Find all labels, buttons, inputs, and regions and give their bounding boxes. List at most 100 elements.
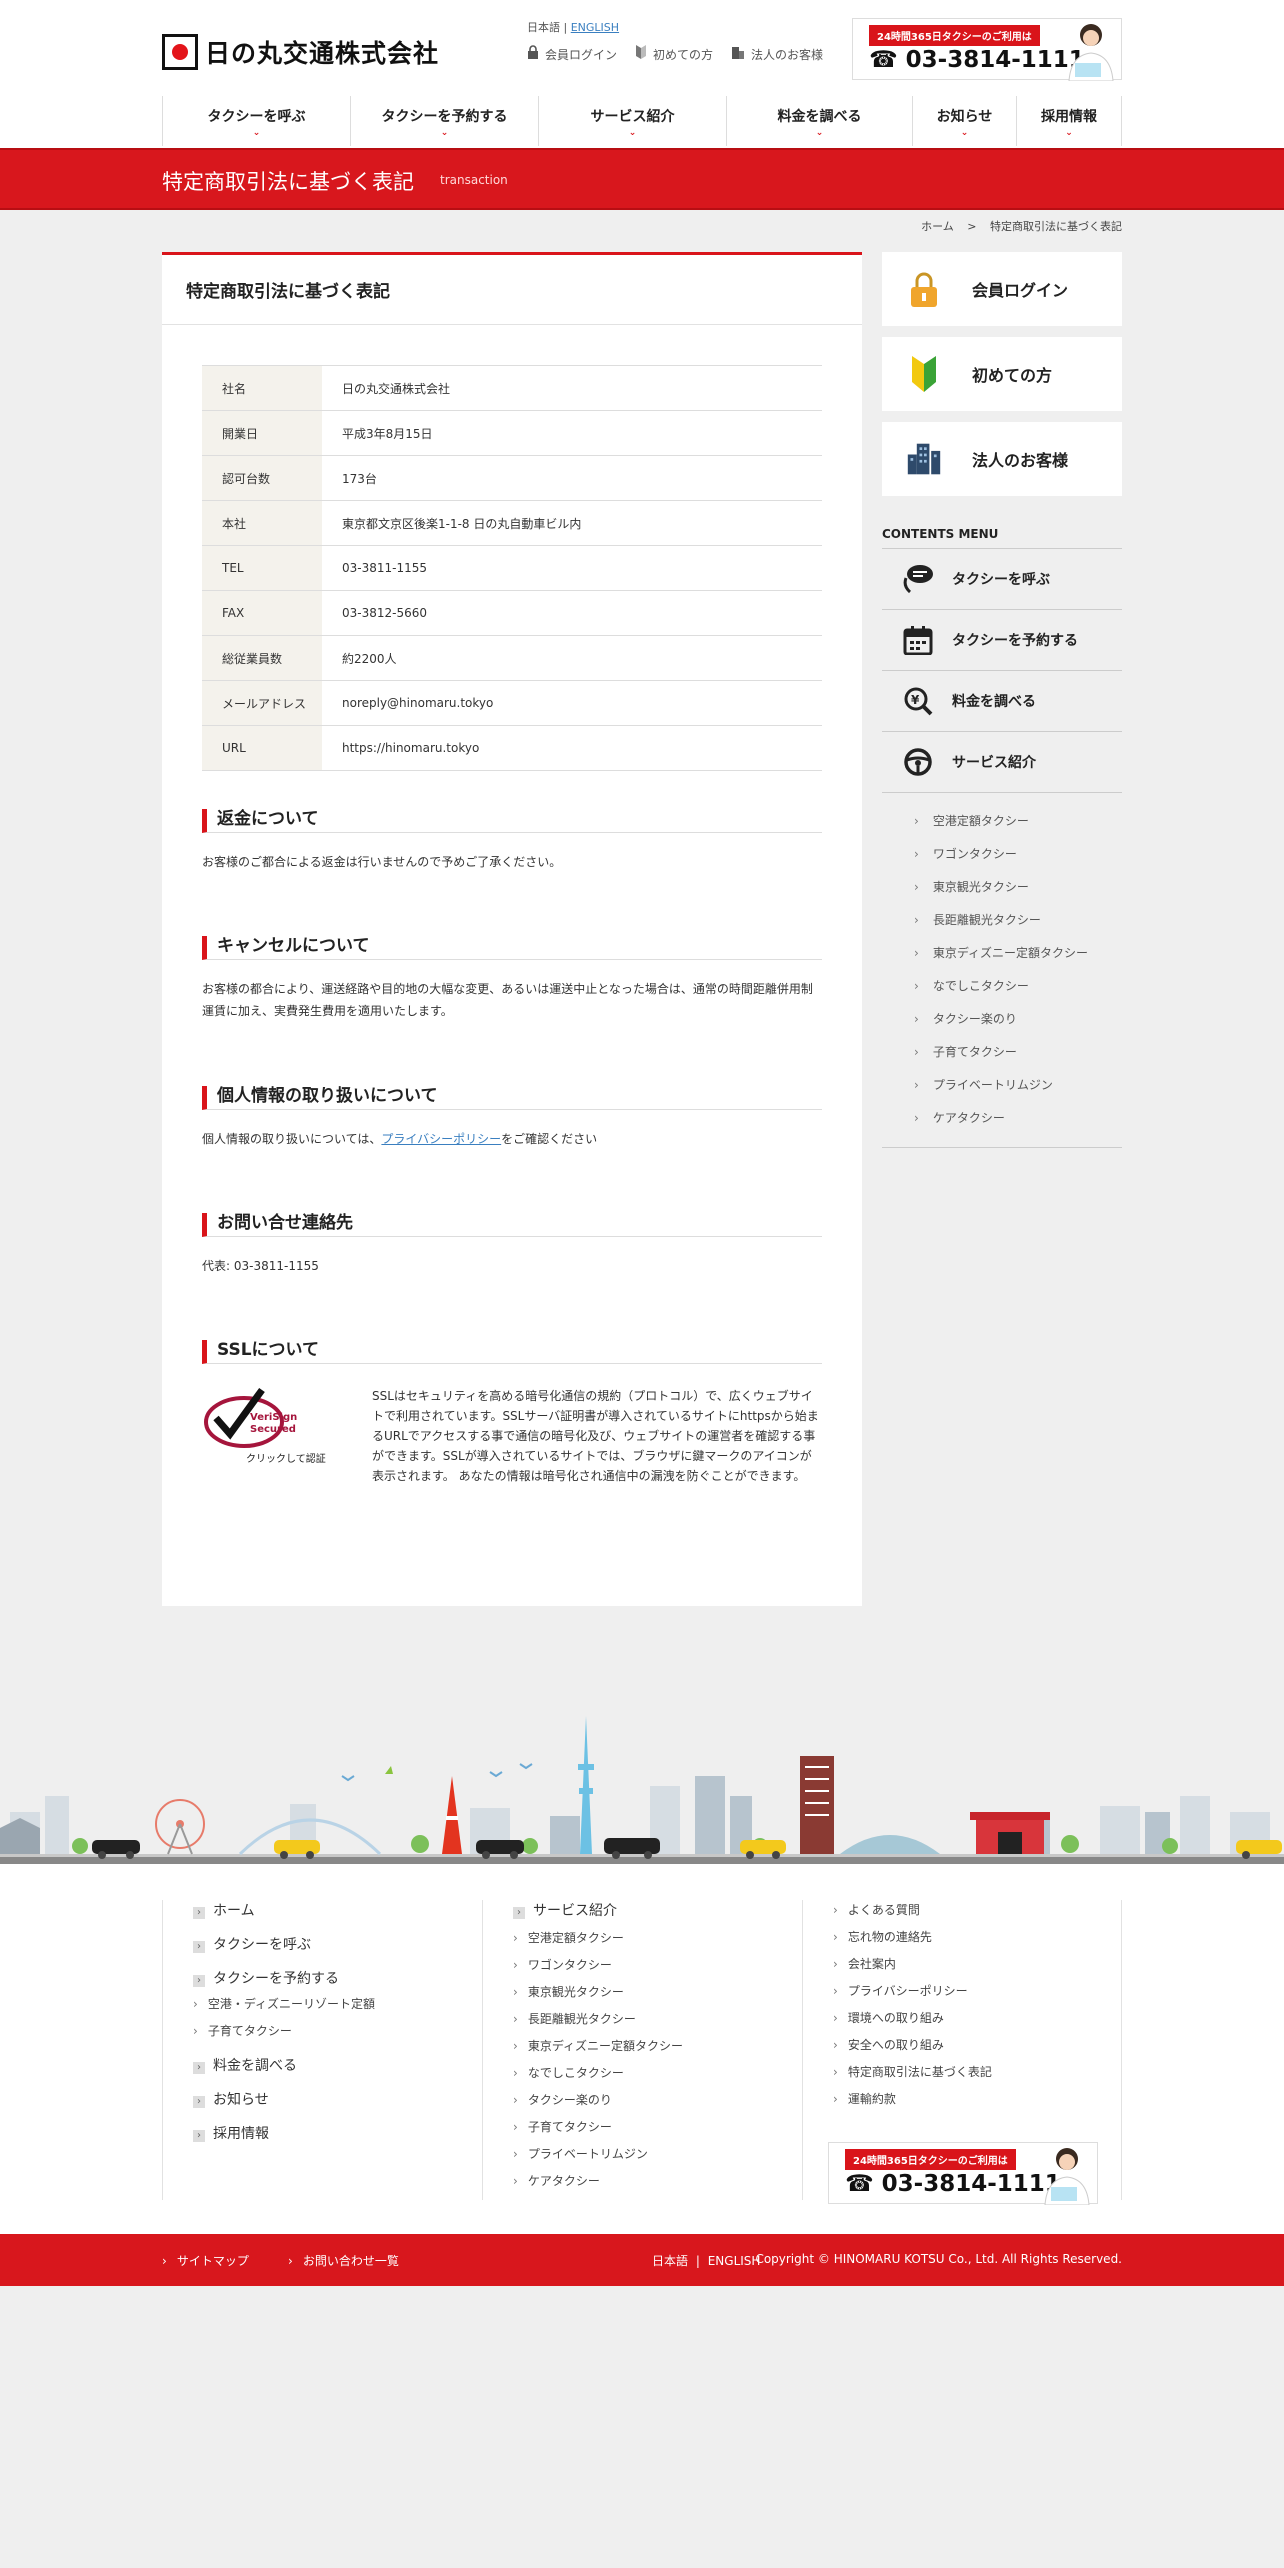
nav-call-taxi[interactable]: タクシーを呼ぶ ⌄ (162, 96, 350, 146)
site-header: 日の丸交通株式会社 日本語 | ENGLISH 会員ログイン 初めての方 法人の… (0, 0, 1284, 148)
nav-reserve-taxi[interactable]: タクシーを予約する ⌄ (350, 96, 538, 146)
corporate-link[interactable]: 法人のお客様 (731, 45, 823, 63)
cmenu-label: タクシーを呼ぶ (952, 572, 1050, 588)
first-time-link[interactable]: 初めての方 (635, 45, 713, 63)
footer-sublink[interactable]: 環境への取り組み (833, 2008, 1121, 2035)
row-label: 総従業員数 (202, 635, 322, 681)
footer-sublink[interactable]: 子育てタクシー (193, 2021, 482, 2055)
footer-sublink[interactable]: 忘れ物の連絡先 (833, 1927, 1121, 1954)
service-link[interactable]: 子育てタクシー (914, 1036, 1122, 1069)
footer-link[interactable]: 料金を調べる (193, 2055, 482, 2089)
footer-sublink[interactable]: 運輸約款 (833, 2089, 1121, 2116)
footer-link[interactable]: サービス紹介 (513, 1900, 802, 1928)
privacy-text-pre: 個人情報の取り扱いについては、 (202, 1132, 382, 1146)
service-link[interactable]: 東京ディズニー定額タクシー (914, 937, 1122, 970)
sidebar-first-time[interactable]: 初めての方 (882, 337, 1122, 411)
table-row: FAX 03-3812-5660 (202, 590, 822, 636)
table-row: 開業日 平成3年8月15日 (202, 410, 822, 456)
row-value: 平成3年8月15日 (342, 426, 433, 441)
sidebar-member-login[interactable]: 会員ログイン (882, 252, 1122, 326)
footer-link[interactable]: タクシーを予約する (193, 1968, 482, 1994)
cmenu-services[interactable]: サービス紹介 (882, 731, 1122, 792)
footer-sublink[interactable]: 東京観光タクシー (513, 1982, 802, 2009)
chevron-down-icon: ⌄ (1065, 128, 1073, 138)
service-link[interactable]: ケアタクシー (914, 1102, 1122, 1135)
chevron-down-icon: ⌄ (815, 128, 824, 138)
lang-ja-link[interactable]: 日本語 (527, 21, 560, 34)
footer-sublink[interactable]: ワゴンタクシー (513, 1955, 802, 1982)
footer-sublink[interactable]: 子育てタクシー (513, 2117, 802, 2144)
service-link[interactable]: 長距離観光タクシー (914, 904, 1122, 937)
footer-link[interactable]: お知らせ (193, 2089, 482, 2123)
lang-en-link[interactable]: ENGLISH (571, 21, 619, 34)
sidebar-box-label: 法人のお客様 (972, 451, 1069, 470)
footer-sublink[interactable]: タクシー楽のり (513, 2090, 802, 2117)
contact-list-link[interactable]: お問い合わせ一覧 (288, 2252, 399, 2269)
nav-services[interactable]: サービス紹介 ⌄ (538, 96, 726, 146)
cityscape-illustration (0, 1716, 1284, 1864)
footer-sublink[interactable]: プライベートリムジン (513, 2144, 802, 2171)
verisign-seal[interactable]: VeriSign Secured クリックして認証 (202, 1386, 332, 1466)
footer-sublink[interactable]: なでしこタクシー (513, 2063, 802, 2090)
footer-sublink[interactable]: 安全への取り組み (833, 2035, 1121, 2062)
section-heading: お問い合せ連絡先 (202, 1213, 822, 1237)
member-login-link[interactable]: 会員ログイン (527, 45, 617, 63)
footer-sublink[interactable]: 長距離観光タクシー (513, 2009, 802, 2036)
nav-fares[interactable]: 料金を調べる ⌄ (726, 96, 912, 146)
footer-link[interactable]: 採用情報 (193, 2123, 482, 2157)
footer-lang-en[interactable]: ENGLISH (708, 2254, 761, 2268)
bottom-bar: サイトマップ お問い合わせ一覧 日本語 | ENGLISH Copyright … (0, 2234, 1284, 2286)
badge-line1: VeriSign (250, 1412, 298, 1423)
footer-sublink[interactable]: 空港・ディズニーリゾート定額 (193, 1994, 482, 2021)
footer-sublink[interactable]: プライバシーポリシー (833, 1981, 1121, 2008)
footer-sublink[interactable]: 東京ディズニー定額タクシー (513, 2036, 802, 2063)
row-label: TEL (202, 545, 322, 591)
footer-link[interactable]: ホーム (193, 1900, 482, 1934)
row-label: URL (202, 725, 322, 771)
service-submenu: 空港定額タクシー ワゴンタクシー 東京観光タクシー 長距離観光タクシー 東京ディ… (882, 792, 1122, 1148)
section-heading: キャンセルについて (202, 936, 822, 960)
service-link[interactable]: タクシー楽のり (914, 1003, 1122, 1036)
cmenu-reserve-taxi[interactable]: タクシーを予約する (882, 609, 1122, 670)
page-title: 特定商取引法に基づく表記 (162, 170, 414, 194)
lang-separator: | (695, 2254, 700, 2268)
row-label: 本社 (202, 500, 322, 546)
nav-label: 料金を調べる (777, 109, 862, 125)
nav-recruit[interactable]: 採用情報 ⌄ (1016, 96, 1122, 146)
cmenu-fares[interactable]: ¥ 料金を調べる (882, 670, 1122, 731)
footer-sublink[interactable]: よくある質問 (833, 1900, 1121, 1927)
sidebar-corporate[interactable]: 法人のお客様 (882, 422, 1122, 496)
breadcrumb-home[interactable]: ホーム (921, 220, 954, 233)
service-link[interactable]: プライベートリムジン (914, 1069, 1122, 1102)
header-tel-banner[interactable]: 24時間365日タクシーのご利用は ☎ 03-3814-1111 (852, 18, 1122, 81)
footer-sublink[interactable]: 会社案内 (833, 1954, 1121, 1981)
page-subtitle: transaction (440, 173, 508, 187)
footer-sublink[interactable]: ケアタクシー (513, 2171, 802, 2198)
table-row: 認可台数 173台 (202, 455, 822, 501)
footer-link[interactable]: タクシーを呼ぶ (193, 1934, 482, 1968)
service-link[interactable]: なでしこタクシー (914, 970, 1122, 1003)
footer-lang-ja[interactable]: 日本語 (652, 2254, 688, 2268)
nav-label: タクシーを呼ぶ (207, 109, 306, 125)
privacy-policy-link[interactable]: プライバシーポリシー (381, 1132, 501, 1146)
section-body: 個人情報の取り扱いについては、プライバシーポリシーをご確認ください (202, 1128, 822, 1150)
sitemap-link[interactable]: サイトマップ (162, 2252, 249, 2269)
service-link[interactable]: ワゴンタクシー (914, 838, 1122, 871)
cmenu-call-taxi[interactable]: タクシーを呼ぶ (882, 548, 1122, 609)
contents-menu-title: CONTENTS MENU (882, 527, 999, 541)
footer-tel-banner[interactable]: 24時間365日タクシーのご利用は ☎ 03-3814-1111 (828, 2142, 1098, 2205)
service-link[interactable]: 空港定額タクシー (914, 805, 1122, 838)
footer-language-switch: 日本語 | ENGLISH (652, 2252, 760, 2269)
building-icon (731, 45, 745, 62)
site-logo[interactable]: 日の丸交通株式会社 (162, 34, 439, 70)
site-footer: ホーム タクシーを呼ぶ タクシーを予約する 空港・ディズニーリゾート定額 子育て… (0, 1864, 1284, 2234)
nav-news[interactable]: お知らせ ⌄ (912, 96, 1016, 146)
table-row: URL https://hinomaru.tokyo (202, 725, 822, 771)
table-row: TEL 03-3811-1155 (202, 545, 822, 591)
phone-call-icon (902, 563, 934, 595)
footer-sublink[interactable]: 特定商取引法に基づく表記 (833, 2062, 1121, 2089)
building-icon (906, 441, 942, 477)
service-link[interactable]: 東京観光タクシー (914, 871, 1122, 904)
footer-sublink[interactable]: 空港定額タクシー (513, 1928, 802, 1955)
table-row: 総従業員数 約2200人 (202, 635, 822, 681)
